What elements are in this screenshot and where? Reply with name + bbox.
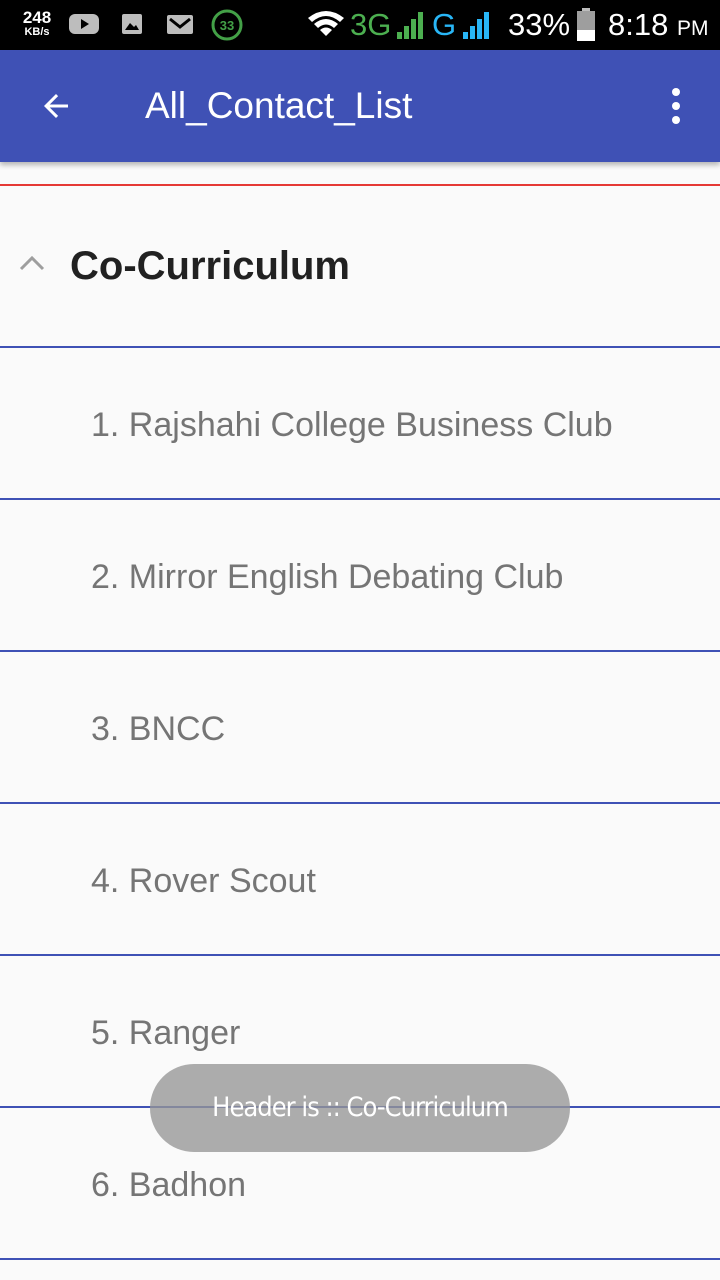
clock-suffix: PM bbox=[676, 17, 709, 40]
network-3g-label: 3G bbox=[350, 7, 392, 42]
list-item[interactable]: 4. Rover Scout bbox=[0, 804, 720, 954]
clock: 8:18 PM bbox=[608, 7, 708, 47]
page-title: All_Contact_List bbox=[145, 85, 413, 126]
signal-g-icon bbox=[463, 12, 489, 39]
network-speed-unit: KB/s bbox=[24, 26, 50, 38]
battery-percentage: 33% bbox=[508, 7, 571, 42]
notification-badge-count: 33 bbox=[220, 18, 234, 33]
battery-icon bbox=[577, 8, 595, 41]
notification-badge-icon: 33 bbox=[211, 9, 243, 41]
network-g-label: G bbox=[432, 7, 457, 42]
toast-message: Header is :: Co-Curriculum bbox=[150, 1064, 570, 1152]
arrow-back-icon[interactable] bbox=[38, 88, 74, 124]
list-item[interactable]: 1. Rajshahi College Business Club bbox=[0, 348, 720, 498]
list-item-label: 5. Ranger bbox=[91, 1014, 241, 1052]
more-vert-icon[interactable] bbox=[662, 86, 690, 126]
group-title: Co-Curriculum bbox=[70, 244, 350, 288]
list-item-label: 1. Rajshahi College Business Club bbox=[91, 406, 613, 444]
list-item-label: 4. Rover Scout bbox=[91, 862, 316, 900]
list-item[interactable]: 2. Mirror English Debating Club bbox=[0, 500, 720, 650]
signal-3g-icon bbox=[397, 12, 423, 39]
list-item-label: 2. Mirror English Debating Club bbox=[91, 558, 564, 596]
chevron-up-icon bbox=[19, 255, 45, 271]
list-divider bbox=[0, 1258, 720, 1260]
gmail-icon bbox=[167, 15, 193, 34]
clock-time: 8:18 bbox=[608, 7, 669, 42]
youtube-icon bbox=[69, 14, 99, 34]
list-item[interactable]: 3. BNCC bbox=[0, 652, 720, 802]
list-item-label: 3. BNCC bbox=[91, 710, 226, 748]
app-bar: All_Contact_List bbox=[0, 50, 720, 162]
group-header-co-curriculum[interactable]: Co-Curriculum bbox=[0, 186, 720, 346]
list-item-label: 6. Badhon bbox=[91, 1166, 247, 1204]
toast-text: Header is :: Co-Curriculum bbox=[212, 1092, 509, 1123]
network-speed: 248 KB/s bbox=[20, 9, 54, 38]
gallery-icon bbox=[122, 14, 142, 34]
network-speed-value: 248 bbox=[22, 8, 52, 27]
wifi-icon bbox=[308, 11, 344, 36]
status-bar: 248 KB/s 33 3G G 33% 8:18 PM bbox=[0, 0, 720, 50]
